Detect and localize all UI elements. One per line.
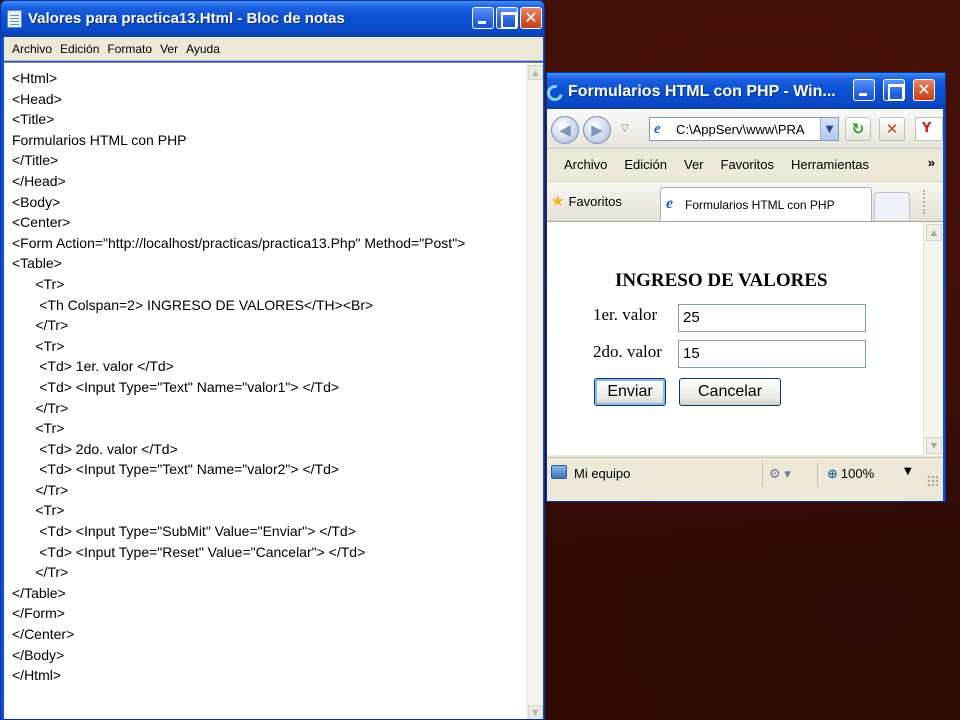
page-icon: e xyxy=(654,121,661,137)
scroll-up-icon[interactable]: ▲ xyxy=(528,65,543,80)
notepad-window: Valores para practica13.Html - Bloc de n… xyxy=(0,0,545,720)
form-heading: INGRESO DE VALORES xyxy=(615,270,828,291)
close-button[interactable]: ✕ xyxy=(520,7,542,29)
page-vertical-scrollbar[interactable]: ▲ ▼ xyxy=(923,222,943,456)
security-zone-icon[interactable]: ⚙ ▾ xyxy=(769,466,791,482)
ie-icon xyxy=(547,82,566,104)
notepad-menubar: Archivo Edición Formato Ver Ayuda xyxy=(4,37,543,61)
browser-menubar: Archivo Edición Ver Favoritos Herramient… xyxy=(547,149,943,179)
page-content: INGRESO DE VALORES 1er. valor 25 2do. va… xyxy=(547,221,943,456)
browser-menu-edicion[interactable]: Edición xyxy=(624,157,667,172)
minimize-button[interactable] xyxy=(472,7,494,29)
notepad-editor[interactable]: <Html> <Head> <Title> Formularios HTML c… xyxy=(4,62,543,719)
magnifier-icon: ⊕ xyxy=(827,467,838,482)
close-icon: ✕ xyxy=(917,80,931,99)
address-input[interactable]: C:\AppServ\www\PRA xyxy=(676,122,816,137)
menu-edicion[interactable]: Edición xyxy=(60,42,99,56)
favorites-star-icon: ★ xyxy=(551,192,565,210)
scroll-down-icon[interactable]: ▼ xyxy=(926,437,942,454)
tab-bar: ★ Favoritos e Formularios HTML con PHP xyxy=(547,181,943,222)
submit-button[interactable]: Enviar xyxy=(594,378,666,406)
notepad-vertical-scrollbar[interactable]: ▲ ▼ xyxy=(526,63,543,719)
search-provider-icon[interactable]: Y xyxy=(915,117,943,141)
resize-grip[interactable] xyxy=(927,475,939,487)
input-valor2[interactable]: 15 xyxy=(678,340,866,368)
browser-close-button[interactable]: ✕ xyxy=(913,79,935,101)
zoom-dropdown-icon[interactable]: ▼ xyxy=(904,466,912,477)
browser-minimize-button[interactable] xyxy=(853,79,875,101)
back-arrow-icon[interactable]: ◀ xyxy=(551,116,579,144)
browser-frame: ◀ ▶ ▽ e C:\AppServ\www\PRA ▼ ↻ ✕ Y Archi… xyxy=(547,109,943,501)
status-divider xyxy=(762,462,763,486)
status-divider xyxy=(817,462,818,486)
reset-button[interactable]: Cancelar xyxy=(679,378,781,406)
scroll-up-icon[interactable]: ▲ xyxy=(926,224,942,241)
notepad-text[interactable]: <Html> <Head> <Title> Formularios HTML c… xyxy=(12,68,465,686)
toolbar-grip[interactable] xyxy=(923,190,925,214)
favorites-label: Favoritos xyxy=(568,194,622,209)
maximize-icon xyxy=(884,80,904,101)
menu-formato[interactable]: Formato xyxy=(107,42,152,56)
forward-arrow-icon[interactable]: ▶ xyxy=(583,116,611,144)
browser-menu-ver[interactable]: Ver xyxy=(684,157,704,172)
browser-menu-archivo[interactable]: Archivo xyxy=(564,157,607,172)
computer-icon xyxy=(551,465,567,479)
browser-titlebar[interactable]: Formularios HTML con PHP - Win... ✕ xyxy=(547,73,945,109)
history-dropdown-icon[interactable]: ▽ xyxy=(621,123,629,134)
close-icon: ✕ xyxy=(524,8,538,27)
scroll-down-icon[interactable]: ▼ xyxy=(528,705,543,719)
notepad-titlebar[interactable]: Valores para practica13.Html - Bloc de n… xyxy=(1,1,544,37)
favorites-button[interactable]: ★ Favoritos xyxy=(551,192,622,210)
notepad-title: Valores para practica13.Html - Bloc de n… xyxy=(28,10,345,27)
new-tab-button[interactable] xyxy=(874,192,910,220)
browser-maximize-button[interactable] xyxy=(883,79,905,101)
minimize-icon xyxy=(473,8,493,28)
menu-ver[interactable]: Ver xyxy=(160,42,178,56)
tab-title: Formularios HTML con PHP xyxy=(685,198,835,212)
label-valor1: 1er. valor xyxy=(593,305,658,324)
stop-icon[interactable]: ✕ xyxy=(879,117,905,141)
menu-overflow-icon[interactable]: » xyxy=(928,155,935,170)
navigation-bar: ◀ ▶ ▽ e C:\AppServ\www\PRA ▼ ↻ ✕ Y xyxy=(547,109,943,149)
zoom-control[interactable]: ⊕ 100% xyxy=(827,466,874,482)
ie-tab-icon: e xyxy=(666,195,674,212)
address-dropdown-icon[interactable]: ▼ xyxy=(820,118,838,140)
maximize-icon xyxy=(497,8,517,29)
address-bar[interactable]: e C:\AppServ\www\PRA ▼ xyxy=(649,117,839,141)
status-bar: Mi equipo ⚙ ▾ ⊕ 100% ▼ xyxy=(547,457,943,489)
tab-active[interactable]: e Formularios HTML con PHP xyxy=(660,187,872,222)
minimize-icon xyxy=(854,80,874,100)
browser-menu-herramientas[interactable]: Herramientas xyxy=(791,157,869,172)
label-valor2: 2do. valor xyxy=(593,342,662,361)
browser-window: Formularios HTML con PHP - Win... ✕ ◀ ▶ … xyxy=(546,72,946,502)
zoom-level: 100% xyxy=(840,466,875,481)
menu-archivo[interactable]: Archivo xyxy=(12,42,52,56)
menu-ayuda[interactable]: Ayuda xyxy=(186,42,220,56)
browser-menu-favoritos[interactable]: Favoritos xyxy=(721,157,774,172)
maximize-button[interactable] xyxy=(496,7,518,29)
input-valor1[interactable]: 25 xyxy=(678,304,866,332)
refresh-icon[interactable]: ↻ xyxy=(845,117,871,141)
browser-title: Formularios HTML con PHP - Win... xyxy=(568,83,836,100)
notepad-icon xyxy=(7,10,22,28)
status-text: Mi equipo xyxy=(574,466,631,481)
